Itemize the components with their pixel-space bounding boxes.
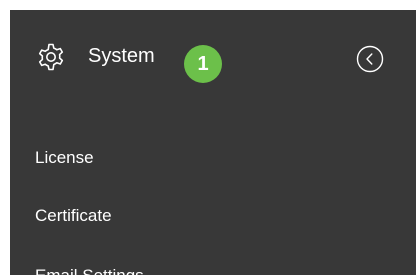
sidebar-item-certificate[interactable]: Certificate [35,206,112,226]
gear-icon [36,42,66,72]
step-badge: 1 [184,45,222,83]
chevron-left-circle-icon[interactable] [355,44,385,74]
sidebar-panel: System 1 License Certificate Email Setti… [10,10,416,275]
page-title: System [88,45,155,67]
sidebar-item-email-settings[interactable]: Email Settings [35,266,144,275]
sidebar-item-license[interactable]: License [35,148,94,168]
sidebar-header: System 1 [10,10,416,110]
